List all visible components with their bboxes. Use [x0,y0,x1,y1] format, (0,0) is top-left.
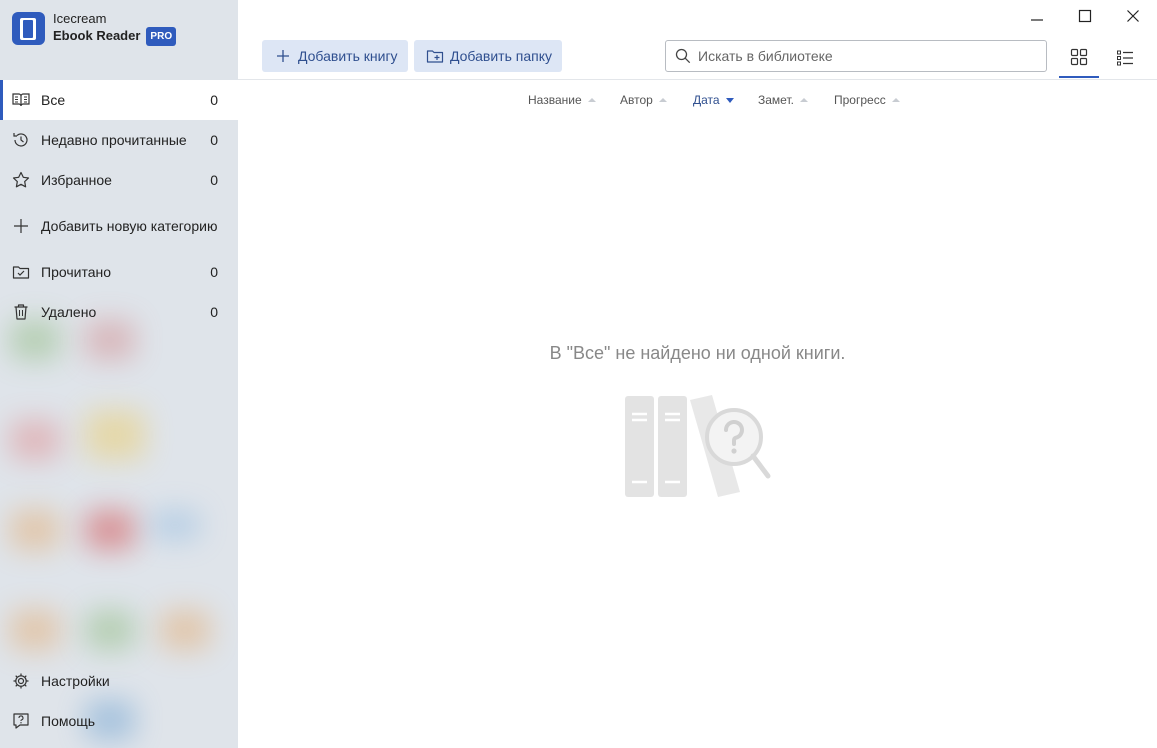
sort-bar: Название Автор Дата Замет. Прогресс [238,80,1157,120]
folder-plus-icon [426,50,444,63]
sort-by-notes[interactable]: Замет. [758,93,808,107]
empty-library-illustration [625,395,771,497]
app-logo-icon [12,11,45,45]
sidebar-item-count: 0 [210,92,218,108]
search-icon [675,48,691,64]
history-icon [13,133,28,147]
folder-check-icon [12,266,30,279]
maximize-button[interactable] [1073,4,1097,28]
grid-view-button[interactable] [1059,38,1099,78]
trash-icon [14,304,28,320]
sidebar-item-label: Удалено [41,304,97,320]
app-title-line2: Ebook Reader [53,28,141,43]
sidebar-item-count: 0 [210,172,218,188]
search-input[interactable] [698,48,1028,64]
app-title: Icecream Ebook Reader PRO [53,10,177,46]
sort-arrow-icon [658,98,667,102]
sort-label: Автор [620,93,653,107]
sidebar-item-count: 0 [210,264,218,280]
sidebar-item-count: 0 [210,132,218,148]
sort-by-date[interactable]: Дата [693,93,734,107]
list-view-icon [1117,50,1133,66]
sidebar-item-recent[interactable]: Недавно прочитанные 0 [0,120,238,160]
maximize-icon [1078,9,1092,23]
add-book-button[interactable]: Добавить книгу [262,40,408,72]
minimize-button[interactable] [1025,4,1049,28]
sort-label: Замет. [758,93,794,107]
empty-state-message: В "Все" не найдено ни одной книги. [549,343,846,363]
sidebar-item-settings[interactable]: Настройки [0,661,238,701]
top-toolbar: Добавить книгу Добавить папку [238,0,1157,80]
sidebar-item-count: 0 [210,304,218,320]
sidebar-item-label: Все [41,92,66,108]
add-folder-label: Добавить папку [450,48,552,64]
sidebar: Icecream Ebook Reader PRO Все 0 Недавно п… [0,0,238,748]
sidebar-item-label: Помощь [41,713,96,729]
plus-icon [277,50,289,62]
sort-arrow-icon [587,98,596,102]
sort-label: Название [528,93,582,107]
close-button[interactable] [1121,4,1145,28]
sidebar-item-favorites[interactable]: Избранное 0 [0,160,238,200]
sidebar-item-add-category[interactable]: Добавить новую категорию [0,206,238,246]
sort-arrow-icon [725,98,734,103]
plus-icon [14,219,28,233]
sidebar-item-read[interactable]: Прочитано 0 [0,252,238,292]
sort-by-progress[interactable]: Прогресс [834,93,900,107]
help-icon [13,713,29,729]
sidebar-item-label: Избранное [41,172,112,188]
grid-view-icon [1070,48,1088,66]
search-box[interactable] [665,40,1047,72]
app-logo-area: Icecream Ebook Reader PRO [12,10,177,46]
sort-label: Дата [693,93,720,107]
sidebar-item-label: Настройки [41,673,110,689]
gear-icon [13,673,29,689]
book-open-icon [12,93,30,107]
sort-arrow-icon [891,98,900,102]
add-book-label: Добавить книгу [298,48,398,64]
sidebar-item-deleted[interactable]: Удалено 0 [0,292,238,332]
sort-label: Прогресс [834,93,886,107]
sidebar-item-label: Добавить новую категорию [41,218,218,234]
sidebar-item-all[interactable]: Все 0 [0,80,238,120]
sidebar-item-label: Недавно прочитанные [41,132,187,148]
minimize-icon [1031,19,1043,21]
close-icon [1127,10,1139,22]
sort-by-author[interactable]: Автор [620,93,667,107]
star-icon [12,171,30,188]
list-view-button[interactable] [1105,38,1145,78]
add-folder-button[interactable]: Добавить папку [414,40,562,72]
sidebar-item-label: Прочитано [41,264,111,280]
pro-badge: PRO [146,27,177,46]
app-title-line1: Icecream [53,11,107,26]
sidebar-item-help[interactable]: Помощь [0,701,238,741]
sort-by-title[interactable]: Название [528,93,596,107]
sort-arrow-icon [799,98,808,102]
